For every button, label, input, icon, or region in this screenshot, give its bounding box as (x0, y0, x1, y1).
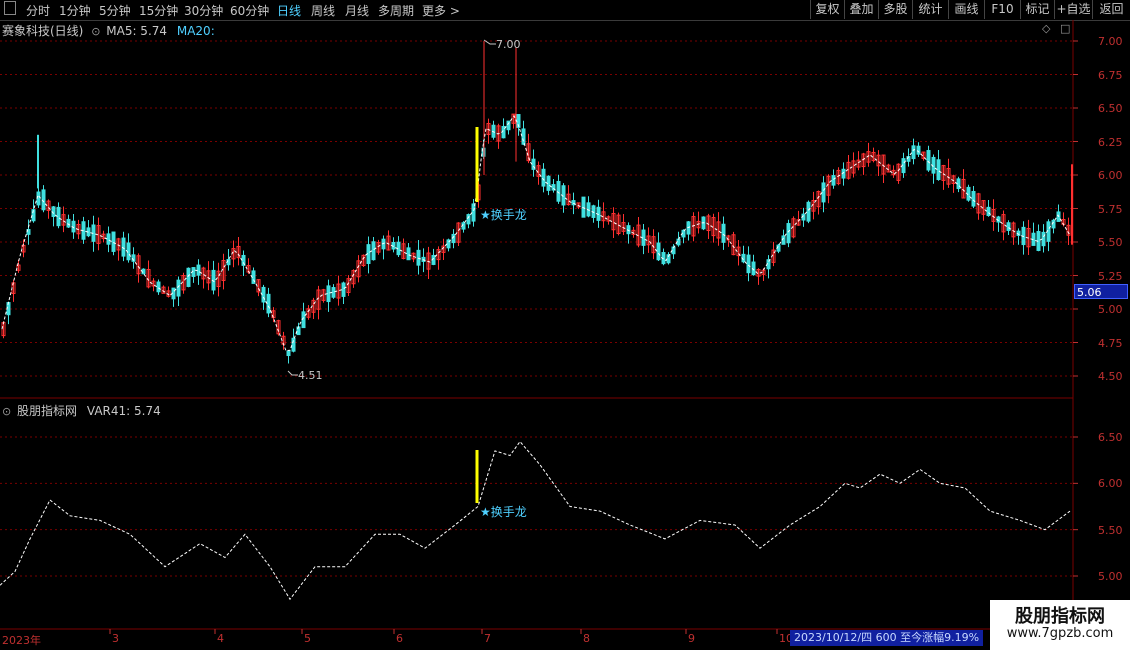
price-tick: 5.00 (1098, 303, 1123, 316)
date-tick: 8 (583, 632, 590, 645)
price-tick: 6.50 (1098, 102, 1123, 115)
candle-down (66, 218, 71, 228)
low-price-label: 4.51 (298, 369, 323, 382)
huanshoulong-signal-sub: ★换手龙 (480, 505, 527, 519)
candle-down (831, 175, 836, 186)
date-tick: 6 (396, 632, 403, 645)
candle-down (506, 120, 511, 131)
sub-tick: 5.00 (1098, 570, 1123, 583)
candle-down (806, 201, 811, 222)
candle-down (286, 350, 291, 357)
status-bar: 2023/10/12/四 600 至今涨幅9.19% (790, 630, 984, 646)
candle-down (176, 279, 181, 297)
date-tick: 7 (484, 632, 491, 645)
ma20-label: MA20: (176, 24, 215, 38)
candle-down (911, 145, 916, 160)
stock-name: 赛象科技(日线) (2, 24, 84, 38)
watermark-url: www.7gpzb.com (1006, 626, 1114, 641)
sub-tick: 6.00 (1098, 477, 1123, 490)
candle-down (971, 191, 976, 207)
candle-down (406, 247, 411, 261)
candle-down (111, 231, 116, 252)
ma5-label: MA5: 5.74 (106, 24, 168, 38)
candle-down (656, 242, 661, 261)
candle-down (541, 168, 546, 187)
var41-label: VAR41: 5.74 (86, 404, 161, 418)
price-tick: 6.75 (1098, 69, 1123, 82)
candle-down (746, 254, 751, 274)
candle-down (916, 145, 921, 155)
candle-down (721, 223, 726, 243)
price-tick: 5.25 (1098, 270, 1123, 283)
date-tick: 9 (688, 632, 695, 645)
settings-circle-icon[interactable]: ⊙ (2, 405, 11, 418)
current-price-tag: 5.06 (1074, 284, 1128, 299)
price-tick: 4.50 (1098, 370, 1123, 383)
price-tick: 4.75 (1098, 337, 1123, 350)
candle-down (926, 150, 931, 171)
candle-down (371, 241, 376, 261)
date-tick: 4 (217, 632, 224, 645)
indicator-name: 股朋指标网 (17, 404, 78, 418)
square-icon[interactable]: □ (1060, 22, 1070, 35)
candle-down (466, 214, 471, 225)
candle-down (471, 203, 476, 222)
candle-down (936, 159, 941, 181)
candle-down (1006, 222, 1011, 231)
date-tick: 5 (304, 632, 311, 645)
candle-down (786, 223, 791, 244)
watermark: 股朋指标网 www.7gpzb.com (990, 600, 1130, 650)
price-tick: 7.00 (1098, 35, 1123, 48)
main-pane-title: 赛象科技(日线) ⊙ MA5: 5.74 MA20: (2, 22, 215, 39)
price-tick: 6.25 (1098, 136, 1123, 149)
candle-down (156, 281, 161, 293)
high-price-label: 7.00 (496, 38, 521, 51)
sub-tick: 5.50 (1098, 524, 1123, 537)
price-tick: 5.75 (1098, 203, 1123, 216)
candle-down (291, 337, 296, 352)
candle-down (986, 206, 991, 217)
kline-chart[interactable] (0, 0, 1130, 650)
candle-down (196, 264, 201, 276)
candle-down (106, 233, 111, 245)
low-pointer (287, 370, 298, 376)
price-tick: 6.00 (1098, 169, 1123, 182)
settings-circle-icon[interactable]: ⊙ (91, 25, 100, 38)
date-tick: 2023年 (2, 634, 41, 647)
candle-down (186, 267, 191, 287)
watermark-title: 股朋指标网 (1015, 606, 1105, 627)
sub-pane-title: ⊙ 股朋指标网 VAR41: 5.74 (2, 402, 161, 419)
candle-down (521, 128, 526, 145)
ma5-line (1, 115, 1071, 352)
huanshoulong-signal-main: ★换手龙 (480, 208, 527, 222)
diamond-icon[interactable]: ◇ (1042, 22, 1050, 35)
sub-tick: 6.50 (1098, 431, 1123, 444)
price-tick: 5.50 (1098, 236, 1123, 249)
date-tick: 3 (112, 632, 119, 645)
candle-down (341, 282, 346, 297)
